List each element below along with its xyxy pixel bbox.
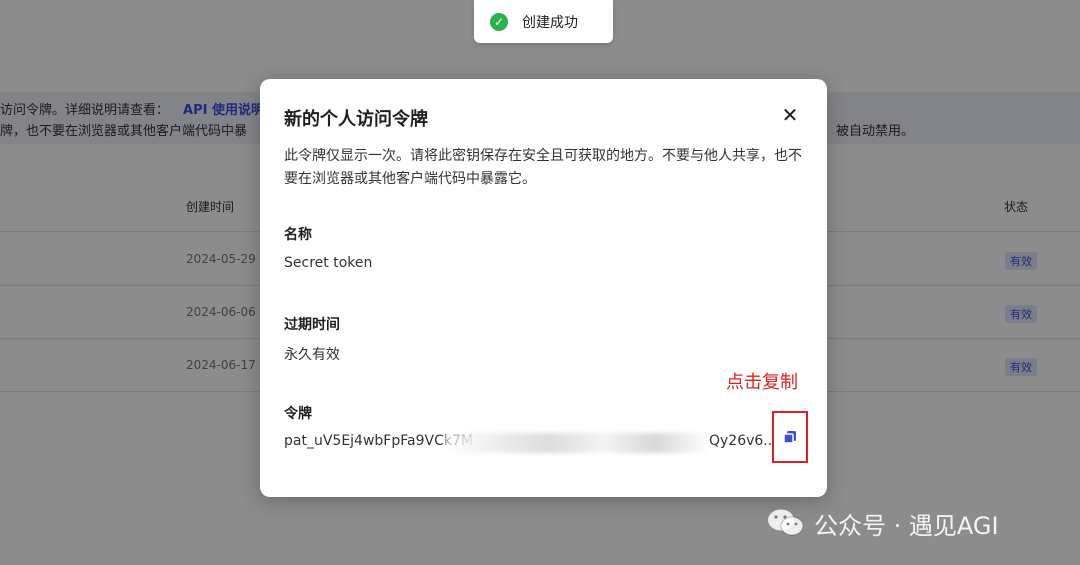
dialog-title: 新的个人访问令牌 (284, 109, 428, 130)
watermark: 公众号 · 遇见AGI (766, 503, 999, 543)
success-toast: ✓ 创建成功 (474, 0, 613, 43)
toast-message: 创建成功 (522, 14, 578, 31)
wechat-icon (768, 509, 804, 536)
dialog-description: 此令牌仅显示一次。请将此密钥保存在安全且可获取的地方。不要与他人共享，也不要在浏… (284, 148, 802, 187)
token-suffix: Qy26v6... (709, 433, 777, 449)
check-circle-icon: ✓ (490, 12, 508, 31)
copy-button[interactable] (772, 411, 808, 463)
expiry-label: 过期时间 (284, 317, 340, 333)
token-value[interactable]: pat_uV5Ej4wbFpFa9VCk7M Qy26v6... (284, 433, 784, 453)
name-value: Secret token (284, 255, 373, 271)
watermark-text: 公众号 · 遇见AGI (814, 511, 999, 540)
name-label: 名称 (284, 227, 312, 243)
close-icon: ✕ (781, 103, 799, 127)
expiry-value: 永久有效 (284, 347, 340, 363)
copy-icon (783, 431, 796, 444)
new-token-dialog: 新的个人访问令牌 ✕ 此令牌仅显示一次。请将此密钥保存在安全且可获取的地方。不要… (260, 79, 827, 497)
token-label: 令牌 (284, 406, 312, 422)
close-button[interactable]: ✕ (778, 103, 802, 127)
token-redaction (444, 433, 709, 453)
copy-annotation: 点击复制 (726, 372, 798, 393)
